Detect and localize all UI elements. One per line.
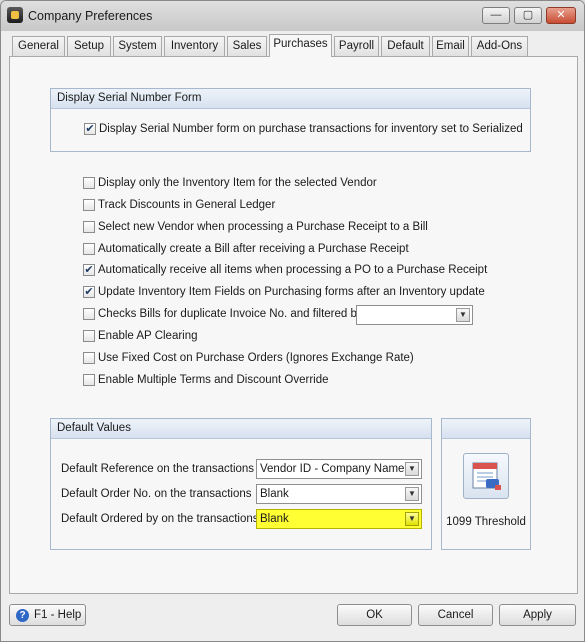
tab-email[interactable]: Email <box>432 36 469 56</box>
title-bar[interactable]: Company Preferences — ▢ ✕ <box>1 1 584 31</box>
help-button[interactable]: ? F1 - Help <box>9 604 86 626</box>
minimize-button[interactable]: — <box>482 7 510 24</box>
default-ordered-by-value: Blank <box>260 513 289 525</box>
chevron-down-icon[interactable]: ▼ <box>405 487 419 501</box>
option-label: Select new Vendor when processing a Purc… <box>98 221 428 233</box>
checkbox-unchecked[interactable] <box>83 221 95 233</box>
close-button[interactable]: ✕ <box>546 7 576 24</box>
duplicate-filter-dropdown[interactable]: ▼ <box>356 305 473 325</box>
option-label: Automatically create a Bill after receiv… <box>98 243 409 255</box>
checkbox-unchecked[interactable] <box>83 308 95 320</box>
threshold-panel: 1099 Threshold <box>441 418 531 550</box>
default-order-no-value: Blank <box>260 488 289 500</box>
calendar-doc-icon[interactable] <box>463 453 509 499</box>
tab-payroll[interactable]: Payroll <box>334 36 379 56</box>
tab-inventory[interactable]: Inventory <box>164 36 225 56</box>
default-values-group: Default Values Default Reference on the … <box>50 418 432 550</box>
option-label: Checks Bills for duplicate Invoice No. a… <box>98 308 366 320</box>
threshold-panel-header <box>442 419 530 439</box>
calendar-doc-icon-graphic <box>472 462 501 490</box>
default-reference-label: Default Reference on the transactions <box>61 463 255 475</box>
tab-purchases[interactable]: Purchases <box>269 34 332 57</box>
chevron-down-icon[interactable]: ▼ <box>456 308 470 322</box>
chevron-down-icon[interactable]: ▼ <box>405 512 419 526</box>
cancel-button[interactable]: Cancel <box>418 604 493 626</box>
default-reference-dropdown[interactable]: Vendor ID - Company Name ▼ <box>256 459 422 479</box>
help-icon: ? <box>16 609 29 622</box>
tab-general[interactable]: General <box>12 36 65 56</box>
checkbox-checked[interactable]: ✔ <box>84 123 96 135</box>
company-preferences-window: Company Preferences — ▢ ✕ General Setup … <box>0 0 585 642</box>
threshold-label[interactable]: 1099 Threshold <box>442 516 530 528</box>
chevron-down-icon[interactable]: ▼ <box>405 462 419 476</box>
tab-sales[interactable]: Sales <box>227 36 267 56</box>
default-order-no-label: Default Order No. on the transactions <box>61 488 252 500</box>
help-button-label: F1 - Help <box>34 609 82 621</box>
option-label: Enable Multiple Terms and Discount Overr… <box>98 374 329 386</box>
option-label: Update Inventory Item Fields on Purchasi… <box>98 286 485 298</box>
serial-number-group-title: Display Serial Number Form <box>51 89 530 109</box>
tab-system[interactable]: System <box>113 36 162 56</box>
option-label: Display Serial Number form on purchase t… <box>99 123 523 135</box>
option-label: Track Discounts in General Ledger <box>98 199 276 211</box>
default-reference-value: Vendor ID - Company Name <box>260 463 405 475</box>
ok-button[interactable]: OK <box>337 604 412 626</box>
default-ordered-by-label: Default Ordered by on the transactions <box>61 513 259 525</box>
checkbox-unchecked[interactable] <box>83 199 95 211</box>
restore-button[interactable]: ▢ <box>514 7 542 24</box>
checkbox-checked[interactable]: ✔ <box>83 264 95 276</box>
apply-button[interactable]: Apply <box>499 604 576 626</box>
checkbox-unchecked[interactable] <box>83 177 95 189</box>
checkbox-checked[interactable]: ✔ <box>83 286 95 298</box>
option-label: Enable AP Clearing <box>98 330 198 342</box>
checkbox-unchecked[interactable] <box>83 352 95 364</box>
window-title: Company Preferences <box>28 9 153 23</box>
checkbox-unchecked[interactable] <box>83 330 95 342</box>
default-ordered-by-dropdown[interactable]: Blank ▼ <box>256 509 422 529</box>
default-values-group-title: Default Values <box>51 419 431 439</box>
option-label: Automatically receive all items when pro… <box>98 264 488 276</box>
tab-setup[interactable]: Setup <box>67 36 111 56</box>
default-order-no-dropdown[interactable]: Blank ▼ <box>256 484 422 504</box>
serial-number-group: Display Serial Number Form ✔ Display Ser… <box>50 88 531 152</box>
tab-default[interactable]: Default <box>381 36 430 56</box>
tab-add-ons[interactable]: Add-Ons <box>471 36 528 56</box>
checkbox-unchecked[interactable] <box>83 243 95 255</box>
option-label: Use Fixed Cost on Purchase Orders (Ignor… <box>98 352 414 364</box>
checkbox-unchecked[interactable] <box>83 374 95 386</box>
purchases-tab-panel: Display Serial Number Form ✔ Display Ser… <box>9 56 578 594</box>
option-label: Display only the Inventory Item for the … <box>98 177 377 189</box>
app-icon <box>7 7 23 23</box>
